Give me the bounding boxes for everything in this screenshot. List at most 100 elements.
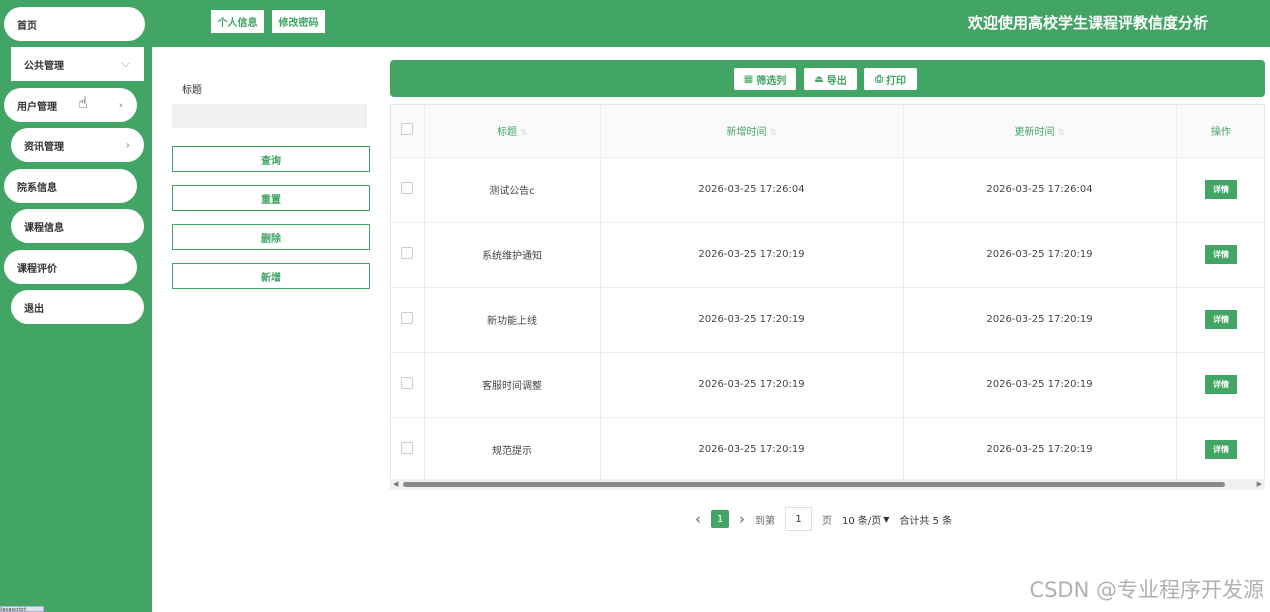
sidebar-item-department-info[interactable]: 院系信息 — [4, 169, 137, 203]
sidebar-item-course-info[interactable]: 课程信息 — [11, 209, 144, 243]
sidebar-item-logout[interactable]: 退出 — [11, 290, 144, 324]
table-row: 新功能上线 2026-03-25 17:20:19 2026-03-25 17:… — [391, 287, 1264, 353]
column-header-label: 标题 — [497, 127, 518, 139]
table-toolbar: ▦ 筛选列 ⏏ 导出 ⎙ 打印 — [390, 60, 1265, 97]
filter-columns-button[interactable]: ▦ 筛选列 — [734, 68, 796, 90]
cell-title: 新功能上线 — [424, 287, 601, 353]
chevron-right-icon: › — [125, 138, 130, 152]
cell-updated: 2026-03-25 17:20:19 — [903, 352, 1177, 418]
export-button[interactable]: ⏏ 导出 — [804, 68, 857, 90]
cell-created: 2026-03-25 17:20:19 — [600, 417, 904, 483]
goto-page-input[interactable]: 1 — [785, 507, 812, 531]
select-all-checkbox[interactable] — [401, 123, 414, 136]
data-table: 标题 ⇅ 新增时间 ⇅ 更新时间 ⇅ 操作 测试公告c 2026-03-25 1… — [390, 104, 1265, 490]
page-unit-label: 页 — [822, 515, 832, 527]
status-tooltip: javascript: — [0, 606, 44, 612]
export-label: 导出 — [826, 75, 847, 87]
detail-button[interactable]: 详情 — [1205, 310, 1237, 329]
site-title: 欢迎使用高校学生课程评教信度分析 — [967, 14, 1208, 32]
sidebar-item-home[interactable]: 首页 — [4, 7, 145, 41]
title-filter-label: 标题 — [182, 85, 202, 96]
table-row: 测试公告c 2026-03-25 17:26:04 2026-03-25 17:… — [391, 157, 1264, 223]
total-count: 合计共 5 条 — [899, 515, 953, 527]
row-checkbox[interactable] — [401, 442, 414, 454]
watermark: CSDN @专业程序开发源 — [1029, 578, 1264, 602]
sidebar-item-label: 退出 — [24, 303, 44, 315]
profile-button[interactable]: 个人信息 — [211, 10, 264, 33]
page-size-value: 10 条/页 — [842, 515, 882, 527]
title-filter-input[interactable] — [172, 104, 367, 128]
cell-created: 2026-03-25 17:20:19 — [600, 287, 904, 353]
detail-button[interactable]: 详情 — [1205, 245, 1237, 264]
row-checkbox[interactable] — [401, 247, 414, 259]
column-header-label: 新增时间 — [726, 127, 767, 139]
row-checkbox[interactable] — [401, 377, 414, 389]
sidebar-item-label: 院系信息 — [17, 182, 57, 194]
cell-action: 详情 — [1176, 417, 1264, 483]
cell-title: 系统维护通知 — [424, 222, 601, 288]
sidebar-item-user-management[interactable]: 用户管理 › — [4, 88, 137, 122]
row-select-cell — [391, 417, 425, 483]
sidebar: 首页 公共管理 ⌵ 用户管理 › 资讯管理 › 院系信息 课程信息 课程评价 退… — [0, 0, 152, 612]
cell-created: 2026-03-25 17:20:19 — [600, 352, 904, 418]
sort-icon: ⇅ — [769, 128, 777, 138]
row-checkbox[interactable] — [401, 182, 414, 194]
sidebar-item-label: 课程信息 — [24, 222, 64, 234]
sidebar-item-course-evaluation[interactable]: 课程评价 — [4, 250, 137, 284]
detail-button[interactable]: 详情 — [1205, 375, 1237, 394]
cell-updated: 2026-03-25 17:20:19 — [903, 222, 1177, 288]
row-select-cell — [391, 287, 425, 353]
sidebar-item-label: 用户管理 — [17, 101, 57, 113]
sidebar-item-public-management[interactable]: 公共管理 ⌵ — [11, 47, 144, 81]
filter-columns-label: 筛选列 — [756, 75, 787, 87]
row-select-cell — [391, 222, 425, 288]
column-header-created[interactable]: 新增时间 ⇅ — [600, 105, 904, 158]
cell-action: 详情 — [1176, 222, 1264, 288]
sidebar-item-label: 资讯管理 — [24, 141, 64, 153]
scroll-right-icon[interactable]: ▶ — [1257, 479, 1262, 490]
hand-pointer-icon: ☝ — [78, 93, 88, 112]
table-row: 客服时间调整 2026-03-25 17:20:19 2026-03-25 17… — [391, 352, 1264, 418]
detail-button[interactable]: 详情 — [1205, 440, 1237, 459]
export-icon: ⏏ — [814, 73, 824, 85]
query-button[interactable]: 查询 — [172, 146, 370, 172]
sidebar-item-news-management[interactable]: 资讯管理 › — [11, 128, 144, 162]
cell-action: 详情 — [1176, 352, 1264, 418]
detail-button[interactable]: 详情 — [1205, 180, 1237, 199]
sort-icon: ⇅ — [1057, 128, 1065, 138]
sidebar-item-label: 首页 — [17, 20, 37, 32]
scroll-left-icon[interactable]: ◀ — [393, 479, 398, 490]
horizontal-scrollbar[interactable]: ◀ ▶ — [390, 479, 1265, 490]
row-checkbox[interactable] — [401, 312, 414, 324]
row-select-cell — [391, 352, 425, 418]
chevron-down-icon: ▼ — [883, 514, 890, 524]
current-page-button[interactable]: 1 — [711, 510, 729, 528]
add-button[interactable]: 新增 — [172, 263, 370, 289]
page-size-select[interactable]: 10 条/页 ▼ — [842, 509, 889, 529]
sidebar-item-label: 课程评价 — [17, 263, 57, 275]
cell-title: 测试公告c — [424, 157, 601, 223]
cell-title: 客服时间调整 — [424, 352, 601, 418]
columns-icon: ▦ — [743, 73, 754, 85]
scrollbar-thumb[interactable] — [403, 482, 1225, 487]
reset-button[interactable]: 重置 — [172, 185, 370, 211]
top-bar: 个人信息 修改密码 欢迎使用高校学生课程评教信度分析 — [152, 0, 1270, 47]
cell-created: 2026-03-25 17:20:19 — [600, 222, 904, 288]
cell-title: 规范提示 — [424, 417, 601, 483]
delete-button[interactable]: 删除 — [172, 224, 370, 250]
next-page-icon[interactable]: › — [739, 510, 745, 528]
prev-page-icon[interactable]: ‹ — [695, 510, 701, 528]
chevron-down-icon: ⌵ — [121, 57, 130, 70]
print-label: 打印 — [886, 75, 906, 87]
column-header-label: 更新时间 — [1014, 127, 1055, 139]
select-all-cell — [391, 105, 425, 158]
cell-action: 详情 — [1176, 157, 1264, 223]
goto-label: 到第 — [755, 515, 775, 527]
change-password-button[interactable]: 修改密码 — [272, 10, 325, 33]
cell-created: 2026-03-25 17:26:04 — [600, 157, 904, 223]
column-header-title[interactable]: 标题 ⇅ — [424, 105, 601, 158]
chevron-right-icon: › — [118, 98, 123, 112]
cell-updated: 2026-03-25 17:26:04 — [903, 157, 1177, 223]
print-button[interactable]: ⎙ 打印 — [864, 68, 917, 90]
column-header-updated[interactable]: 更新时间 ⇅ — [903, 105, 1177, 158]
